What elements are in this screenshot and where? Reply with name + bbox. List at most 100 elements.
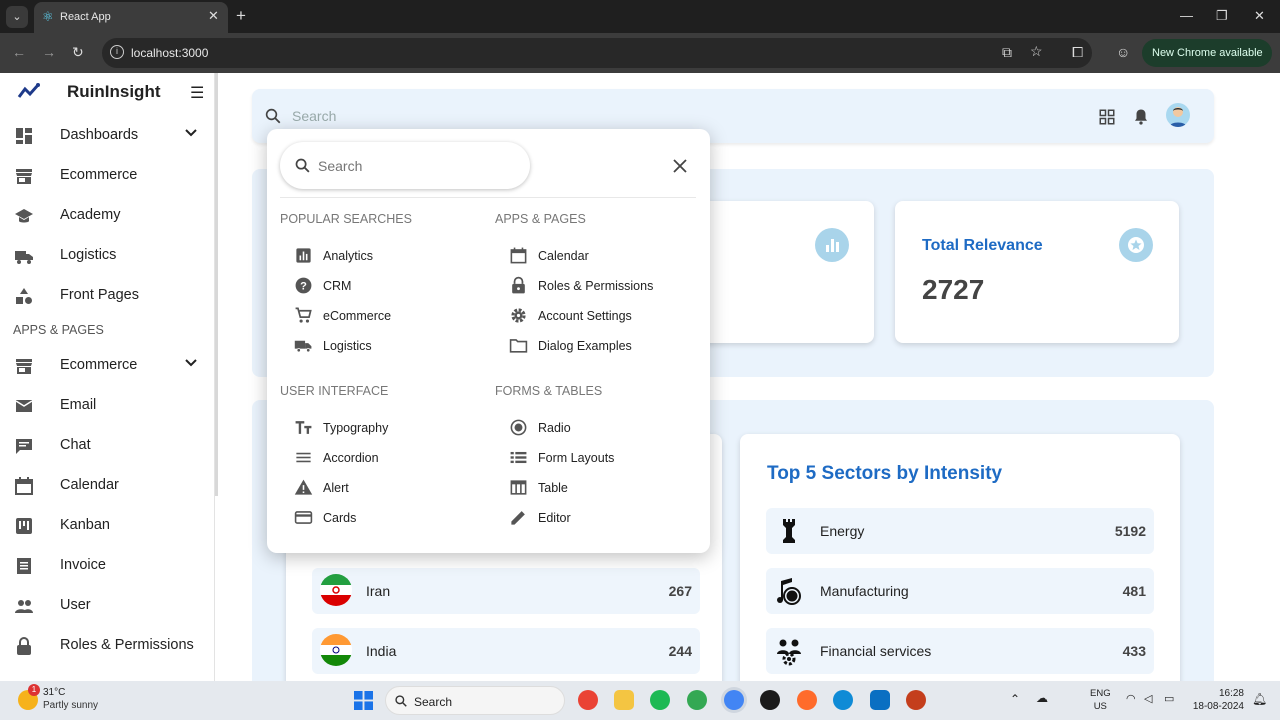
wifi-icon[interactable]: ◠ (1126, 692, 1136, 705)
chevron-up-icon[interactable]: ⌃ (1010, 692, 1020, 706)
search-link-dialog-examples[interactable]: Dialog Examples (509, 334, 699, 360)
chevron-down-icon[interactable] (184, 356, 198, 370)
search-link-accordion[interactable]: Accordion (294, 446, 484, 472)
search-link-logistics[interactable]: Logistics (294, 334, 484, 360)
site-info-icon[interactable]: i (110, 45, 124, 59)
search-link-calendar[interactable]: Calendar (509, 244, 699, 270)
battery-icon[interactable]: ▭ (1164, 692, 1174, 705)
postman-icon[interactable] (797, 690, 817, 710)
file-explorer-icon[interactable] (614, 690, 634, 710)
sector-row-energy[interactable]: Energy 5192 (766, 508, 1154, 554)
radio-icon (510, 419, 527, 436)
people-gear-icon (777, 639, 801, 666)
minimize-icon[interactable]: — (1180, 8, 1193, 23)
lang-primary: ENG (1090, 688, 1111, 699)
sidebar-item-dashboards[interactable]: Dashboards (0, 116, 214, 156)
chrome-active-icon[interactable] (724, 690, 744, 710)
app-icon[interactable] (760, 690, 780, 710)
search-link-label: Radio (538, 421, 571, 435)
reload-icon[interactable]: ↻ (72, 44, 84, 61)
help-circle-icon: ? (295, 277, 312, 294)
sidebar-item-label: Invoice (60, 557, 106, 573)
sidebar-item-label: Ecommerce (60, 167, 138, 183)
sidebar-item-kanban[interactable]: Kanban (0, 506, 214, 546)
onedrive-icon[interactable]: ☁ (1036, 691, 1048, 705)
sidebar-item-roles-permissions[interactable]: Roles & Permissions (0, 626, 214, 666)
menu-toggle-icon[interactable]: ☰ (190, 83, 204, 103)
search-link-alert[interactable]: Alert (294, 476, 484, 502)
country-row-iran[interactable]: Iran 267 (312, 568, 700, 614)
search-link-form-layouts[interactable]: Form Layouts (509, 446, 699, 472)
sector-row-financial[interactable]: Financial services 433 (766, 628, 1154, 674)
close-icon[interactable] (672, 158, 688, 174)
address-bar[interactable]: i localhost:3000 ⧉ ☆ (102, 38, 1092, 68)
chrome-profile-icon[interactable] (687, 690, 707, 710)
sidebar-item-label: Front Pages (60, 287, 139, 303)
search-icon[interactable] (264, 107, 282, 125)
search-link-analytics[interactable]: Analytics (294, 244, 484, 270)
powerpoint-icon[interactable] (906, 690, 926, 710)
truck-icon (15, 251, 33, 264)
sidebar-item-chat[interactable]: Chat (0, 426, 214, 466)
search-link-ecommerce[interactable]: eCommerce (294, 304, 484, 330)
search-link-cards[interactable]: Cards (294, 506, 484, 532)
search-link-account-settings[interactable]: Account Settings (509, 304, 699, 330)
search-link-typography[interactable]: Typography (294, 416, 484, 442)
truck-icon (294, 340, 312, 353)
search-link-table[interactable]: Table (509, 476, 699, 502)
notification-bell-icon[interactable]: 🔔︎ (1252, 692, 1267, 706)
apps-grid-icon[interactable] (1098, 108, 1116, 126)
weather-temperature[interactable]: 31°C (43, 687, 65, 698)
taskbar-search[interactable]: Search (385, 686, 565, 715)
edge-icon[interactable] (833, 690, 853, 710)
language-indicator[interactable]: ENG US (1090, 687, 1111, 713)
search-link-radio[interactable]: Radio (509, 416, 699, 442)
window-close-icon[interactable]: ✕ (1254, 8, 1265, 24)
forward-icon[interactable]: → (42, 44, 56, 60)
browser-tab[interactable]: ⚛ React App ✕ (34, 2, 228, 33)
dialog-search-input[interactable] (318, 156, 508, 176)
sidebar-item-invoice[interactable]: Invoice (0, 546, 214, 586)
new-tab-icon[interactable]: + (236, 6, 246, 26)
maximize-icon[interactable]: ❐ (1216, 8, 1228, 24)
profile-icon[interactable]: ☺ (1116, 44, 1130, 60)
sidebar-item-ecommerce[interactable]: Ecommerce (0, 346, 214, 386)
sidebar-item-email[interactable]: Email (0, 386, 214, 426)
sidebar-item-calendar[interactable]: Calendar (0, 466, 214, 506)
tab-search-button[interactable]: ⌄ (6, 6, 28, 28)
sectors-card: Top 5 Sectors by Intensity Energy 5192 M… (740, 434, 1180, 694)
section-title-forms: FORMS & TABLES (495, 384, 603, 398)
search-link-editor[interactable]: Editor (509, 506, 699, 532)
address-bar-row: ← → ↻ i localhost:3000 ⧉ ☆ ⧠ ☺ New Chrom… (0, 33, 1280, 87)
update-chrome-button[interactable]: New Chrome available ⋮ (1142, 39, 1272, 87)
sidebar-item-front-pages[interactable]: Front Pages (0, 276, 214, 316)
sidebar-item-academy[interactable]: Academy (0, 196, 214, 236)
vscode-icon[interactable] (870, 690, 890, 710)
back-icon[interactable]: ← (12, 44, 26, 60)
topbar-search-trigger[interactable]: Search (292, 108, 336, 124)
tab-close-icon[interactable]: ✕ (208, 8, 219, 24)
volume-icon[interactable]: ◁ (1144, 692, 1152, 705)
search-link-crm[interactable]: ? CRM (294, 274, 484, 300)
spotify-icon[interactable] (650, 690, 670, 710)
clock[interactable]: 16:28 18-08-2024 (1192, 687, 1244, 713)
chrome-icon[interactable] (578, 690, 598, 710)
sidebar-item-logistics[interactable]: Logistics (0, 236, 214, 276)
extensions-icon[interactable]: ⧠ (1072, 44, 1083, 61)
sidebar-item-ecommerce[interactable]: Ecommerce (0, 156, 214, 196)
search-link-roles[interactable]: Roles & Permissions (509, 274, 699, 300)
bell-icon[interactable] (1132, 107, 1150, 127)
windows-start-icon[interactable] (354, 691, 373, 710)
dialog-search-box[interactable] (280, 142, 530, 189)
user-avatar[interactable] (1166, 103, 1190, 127)
sector-row-manufacturing[interactable]: Manufacturing 481 (766, 568, 1154, 614)
sidebar-item-user[interactable]: User (0, 586, 214, 626)
url-text[interactable]: localhost:3000 (131, 46, 208, 60)
bookmark-star-icon[interactable]: ☆ (1030, 43, 1043, 60)
install-icon[interactable]: ⧉ (1002, 44, 1012, 61)
chevron-down-icon[interactable] (184, 126, 198, 140)
sidebar-item-label: Kanban (60, 517, 110, 533)
weather-badge: 1 (28, 684, 40, 696)
weather-description[interactable]: Partly sunny (43, 700, 98, 711)
country-row-india[interactable]: India 244 (312, 628, 700, 674)
